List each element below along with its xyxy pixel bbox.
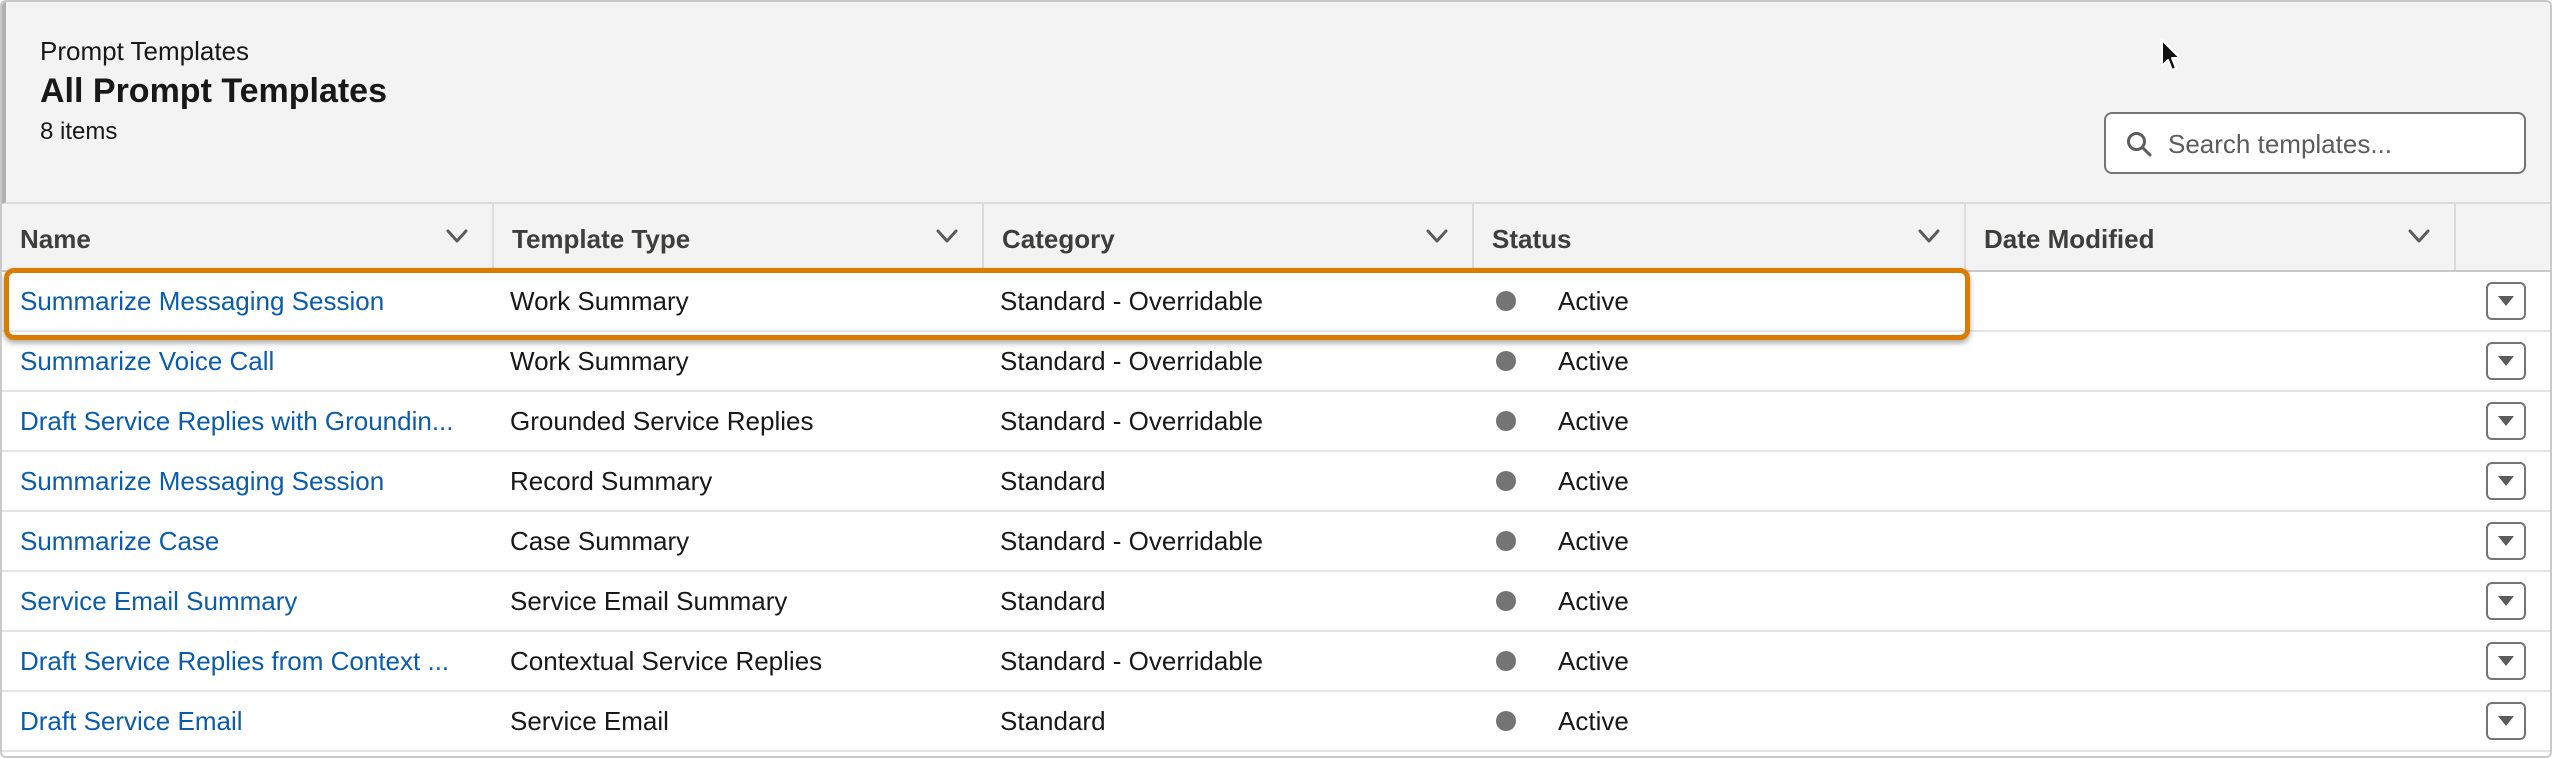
row-action-menu-button[interactable] bbox=[2486, 282, 2526, 320]
status-cell: Active bbox=[1492, 632, 1972, 690]
chevron-down-icon bbox=[2498, 416, 2514, 426]
template-name-link[interactable]: Summarize Messaging Session bbox=[20, 452, 480, 510]
template-type-cell: Contextual Service Replies bbox=[510, 646, 823, 676]
search-box[interactable] bbox=[2104, 112, 2526, 174]
status-label: Active bbox=[1558, 646, 1629, 676]
column-header-label: Template Type bbox=[512, 224, 691, 254]
chevron-down-icon bbox=[2498, 296, 2514, 306]
chevron-down-icon[interactable] bbox=[936, 228, 958, 244]
chevron-down-icon bbox=[2498, 476, 2514, 486]
status-dot-icon bbox=[1496, 351, 1516, 372]
prompt-templates-list-view: Prompt Templates All Prompt Templates 8 … bbox=[0, 0, 2552, 758]
chevron-down-icon bbox=[2498, 536, 2514, 546]
item-count: 8 items bbox=[40, 118, 118, 145]
template-name-link[interactable]: Draft Service Replies with Groundin... bbox=[20, 392, 480, 450]
column-header-status[interactable]: Status bbox=[1474, 204, 1966, 270]
status-cell: Active bbox=[1492, 692, 1972, 750]
category-cell: Standard - Overridable bbox=[1000, 286, 1264, 316]
status-dot-icon bbox=[1496, 471, 1516, 492]
category-cell: Standard - Overridable bbox=[1000, 406, 1264, 436]
chevron-down-icon bbox=[2498, 716, 2514, 726]
column-header-label: Date Modified bbox=[1984, 224, 2155, 254]
table-row: Draft Service Replies from Context ... C… bbox=[2, 632, 2550, 692]
template-name-link[interactable]: Summarize Voice Call bbox=[20, 332, 480, 390]
status-label: Active bbox=[1558, 526, 1629, 556]
table-header: Name Template Type Category Status Date … bbox=[2, 204, 2550, 272]
table-row: Draft Service Replies with Groundin... G… bbox=[2, 392, 2550, 452]
table-row: Summarize Messaging Session Work Summary… bbox=[2, 272, 2550, 332]
column-header-name[interactable]: Name bbox=[2, 204, 494, 270]
status-dot-icon bbox=[1496, 291, 1516, 312]
row-action-menu-button[interactable] bbox=[2486, 342, 2526, 380]
search-input[interactable] bbox=[2166, 120, 2510, 168]
status-dot-icon bbox=[1496, 531, 1516, 552]
category-cell: Standard - Overridable bbox=[1000, 526, 1264, 556]
table-row: Draft Service Email Service Email Standa… bbox=[2, 692, 2550, 752]
status-label: Active bbox=[1558, 346, 1629, 376]
status-cell: Active bbox=[1492, 452, 1972, 510]
category-cell: Standard bbox=[1000, 466, 1106, 496]
column-header-category[interactable]: Category bbox=[984, 204, 1474, 270]
column-header-template-type[interactable]: Template Type bbox=[494, 204, 984, 270]
column-header-label: Name bbox=[20, 224, 91, 254]
template-name-link[interactable]: Summarize Messaging Session bbox=[20, 272, 480, 330]
template-name-link[interactable]: Summarize Case bbox=[20, 512, 480, 570]
template-name-link[interactable]: Draft Service Replies from Context ... bbox=[20, 632, 480, 690]
mouse-pointer-icon bbox=[2161, 39, 2181, 71]
page-title: All Prompt Templates bbox=[40, 72, 387, 110]
status-label: Active bbox=[1558, 466, 1629, 496]
status-dot-icon bbox=[1496, 591, 1516, 612]
status-cell: Active bbox=[1492, 272, 1972, 330]
status-dot-icon bbox=[1496, 651, 1516, 672]
row-action-menu-button[interactable] bbox=[2486, 462, 2526, 500]
status-label: Active bbox=[1558, 286, 1629, 316]
category-cell: Standard bbox=[1000, 706, 1106, 736]
template-type-cell: Service Email Summary bbox=[510, 586, 788, 616]
row-action-menu-button[interactable] bbox=[2486, 582, 2526, 620]
template-type-cell: Service Email bbox=[510, 706, 669, 736]
template-type-cell: Case Summary bbox=[510, 526, 690, 556]
chevron-down-icon bbox=[2498, 596, 2514, 606]
status-label: Active bbox=[1558, 406, 1629, 436]
category-cell: Standard - Overridable bbox=[1000, 346, 1264, 376]
status-label: Active bbox=[1558, 586, 1629, 616]
template-name-link[interactable]: Service Email Summary bbox=[20, 572, 480, 630]
list-header: Prompt Templates All Prompt Templates 8 … bbox=[2, 2, 2550, 204]
status-cell: Active bbox=[1492, 572, 1972, 630]
status-cell: Active bbox=[1492, 332, 1972, 390]
chevron-down-icon[interactable] bbox=[446, 228, 468, 244]
status-dot-icon bbox=[1496, 411, 1516, 432]
status-dot-icon bbox=[1496, 711, 1516, 732]
status-cell: Active bbox=[1492, 392, 1972, 450]
column-header-actions bbox=[2456, 204, 2550, 270]
template-type-cell: Work Summary bbox=[510, 286, 689, 316]
status-label: Active bbox=[1558, 706, 1629, 736]
column-header-label: Category bbox=[1002, 224, 1115, 254]
column-header-date-modified[interactable]: Date Modified bbox=[1966, 204, 2456, 270]
template-name-link[interactable]: Draft Service Email bbox=[20, 692, 480, 750]
table-row: Summarize Voice Call Work Summary Standa… bbox=[2, 332, 2550, 392]
row-action-menu-button[interactable] bbox=[2486, 402, 2526, 440]
row-action-menu-button[interactable] bbox=[2486, 642, 2526, 680]
template-type-cell: Record Summary bbox=[510, 466, 713, 496]
category-cell: Standard bbox=[1000, 586, 1106, 616]
chevron-down-icon[interactable] bbox=[1426, 228, 1448, 244]
table-row: Summarize Case Case Summary Standard - O… bbox=[2, 512, 2550, 572]
row-action-menu-button[interactable] bbox=[2486, 702, 2526, 740]
column-header-label: Status bbox=[1492, 224, 1572, 254]
row-action-menu-button[interactable] bbox=[2486, 522, 2526, 560]
template-type-cell: Grounded Service Replies bbox=[510, 406, 814, 436]
breadcrumb[interactable]: Prompt Templates bbox=[40, 36, 249, 67]
table-row: Service Email Summary Service Email Summ… bbox=[2, 572, 2550, 632]
status-cell: Active bbox=[1492, 512, 1972, 570]
chevron-down-icon[interactable] bbox=[1918, 228, 1940, 244]
chevron-down-icon[interactable] bbox=[2408, 228, 2430, 244]
search-icon bbox=[2127, 132, 2152, 157]
chevron-down-icon bbox=[2498, 656, 2514, 666]
table-row: Summarize Messaging Session Record Summa… bbox=[2, 452, 2550, 512]
chevron-down-icon bbox=[2498, 356, 2514, 366]
category-cell: Standard - Overridable bbox=[1000, 646, 1264, 676]
template-type-cell: Work Summary bbox=[510, 346, 689, 376]
